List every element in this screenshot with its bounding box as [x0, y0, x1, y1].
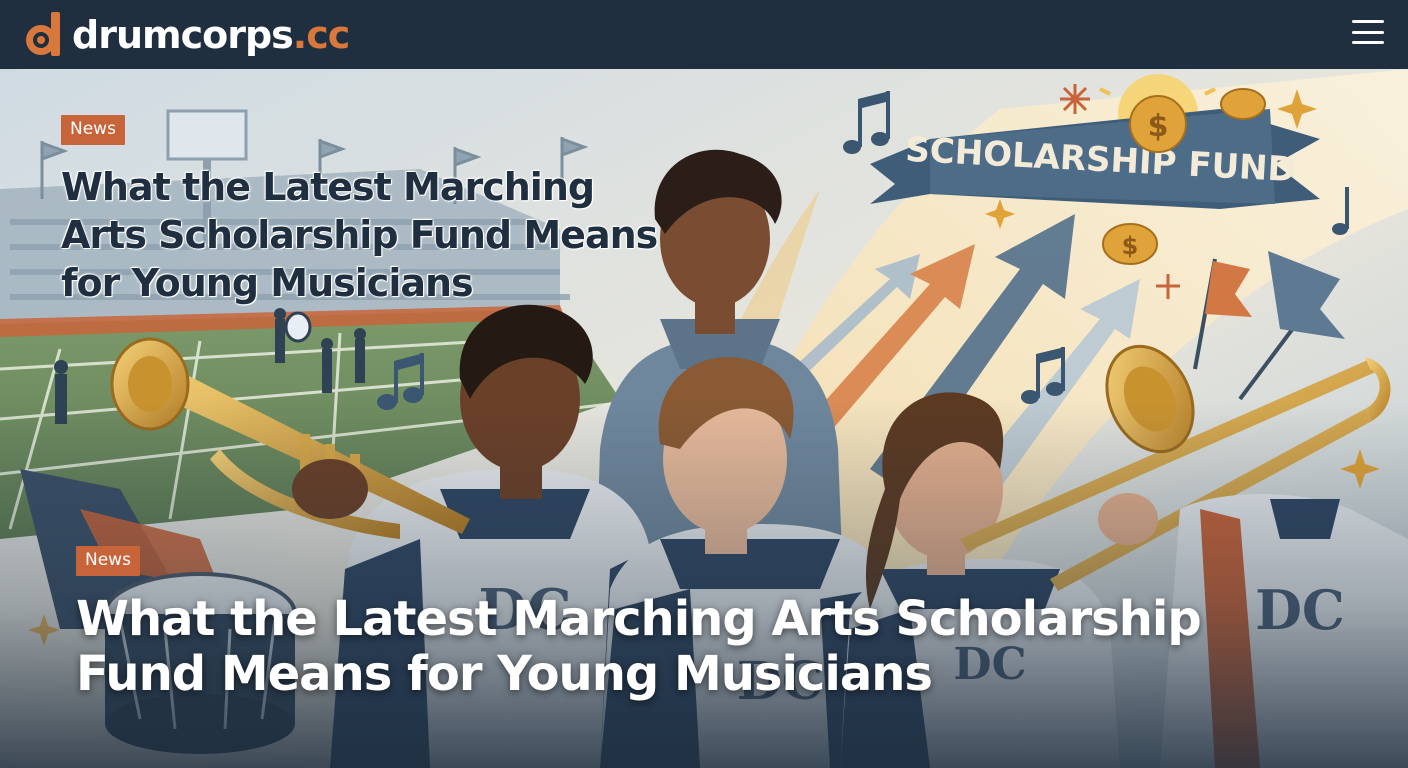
site-name-tld: .cc — [292, 12, 350, 57]
site-name: drumcorps.cc — [72, 12, 350, 57]
menu-line — [1352, 41, 1384, 44]
hero-article[interactable]: SCHOLARSHIP FUND $ $ News What the Lates… — [0, 69, 1408, 768]
article-title[interactable]: What the Latest Marching Arts Scholarshi… — [76, 592, 1276, 702]
svg-text:$: $ — [1148, 109, 1169, 144]
hamburger-menu-icon[interactable] — [1352, 20, 1384, 44]
menu-line — [1352, 20, 1384, 23]
site-header: drumcorps.cc — [0, 0, 1408, 69]
svg-text:$: $ — [1122, 232, 1139, 260]
category-badge-upper[interactable]: News — [61, 115, 125, 145]
category-badge[interactable]: News — [76, 546, 140, 576]
article-title-upper[interactable]: What the Latest Marching Arts Scholarshi… — [61, 163, 661, 307]
site-name-main: drumcorps — [72, 12, 294, 57]
site-logo[interactable]: drumcorps.cc — [24, 11, 350, 58]
menu-line — [1352, 30, 1384, 34]
drumcorps-logo-icon — [26, 11, 60, 56]
